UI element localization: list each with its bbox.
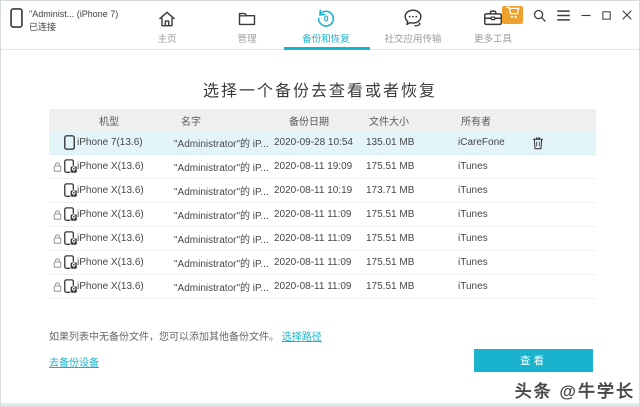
table-body: iPhone 7(13.6) "Administrator"的 iP... 20… <box>49 131 596 299</box>
phone-lock-icon <box>64 279 77 294</box>
row-size: 175.51 MB <box>366 233 415 244</box>
hint-label: 如果列表中无备份文件，您可以添加其他备份文件。 <box>49 332 279 343</box>
maximize-icon[interactable] <box>601 10 612 21</box>
row-size: 175.51 MB <box>366 257 415 268</box>
device-info: "Administ... (iPhone 7) 已连接 <box>10 8 118 33</box>
row-date: 2020-08-11 19:09 <box>274 161 353 172</box>
row-device-icons <box>49 231 77 246</box>
row-owner: iTunes <box>458 281 488 292</box>
active-tab-underline <box>284 47 370 50</box>
row-name: "Administrator"的 iP... <box>174 283 269 294</box>
row-size: 175.51 MB <box>366 161 415 172</box>
lock-icon <box>53 233 62 245</box>
row-owner: iTunes <box>458 161 488 172</box>
row-name: "Administrator"的 iP... <box>174 235 269 246</box>
restore-icon: 0 <box>278 6 374 29</box>
go-backup-device-link[interactable]: 去备份设备 <box>49 354 99 369</box>
row-device-icons <box>49 255 77 270</box>
delete-backup-icon[interactable] <box>532 136 544 150</box>
cart-icon <box>505 6 520 24</box>
phone-lock-icon <box>64 255 77 270</box>
row-owner: iTunes <box>458 209 488 220</box>
row-owner: iTunes <box>458 233 488 244</box>
view-button[interactable]: 查看 <box>474 349 593 372</box>
header-size: 文件大小 <box>369 116 409 128</box>
row-name: "Administrator"的 iP... <box>174 187 269 198</box>
svg-text:0: 0 <box>324 13 329 23</box>
phone-icon <box>10 8 23 33</box>
table-row[interactable]: iPhone X(13.6) "Administrator"的 iP... 20… <box>49 251 596 275</box>
watermark: 头条 @牛学长 <box>514 382 635 401</box>
phone-lock-icon <box>64 159 77 174</box>
row-device-icons <box>49 207 77 222</box>
table-row[interactable]: iPhone X(13.6) "Administrator"的 iP... 20… <box>49 155 596 179</box>
page-title: 选择一个备份去查看或者恢复 <box>202 83 437 100</box>
row-model: iPhone X(13.6) <box>77 209 144 220</box>
row-date: 2020-08-11 10:19 <box>274 185 353 196</box>
header-model: 机型 <box>99 116 119 128</box>
row-name: "Administrator"的 iP... <box>174 139 269 150</box>
lock-icon <box>53 281 62 293</box>
titlebar: "Administ... (iPhone 7) 已连接 主页 管理 0 备份和恢… <box>1 1 639 50</box>
row-device-icons <box>49 135 77 150</box>
close-icon[interactable] <box>621 9 633 21</box>
table-row[interactable]: iPhone 7(13.6) "Administrator"的 iP... 20… <box>49 131 596 155</box>
phone-lock-icon <box>64 183 77 198</box>
table-header: 机型 名字 备份日期 文件大小 所有者 <box>49 109 596 131</box>
table-row[interactable]: iPhone X(13.6) "Administrator"的 iP... 20… <box>49 179 596 203</box>
row-date: 2020-08-11 11:09 <box>274 281 352 292</box>
lock-icon <box>53 257 62 269</box>
header-name: 名字 <box>181 116 201 128</box>
row-size: 175.51 MB <box>366 281 415 292</box>
row-size: 173.71 MB <box>366 185 415 196</box>
hint-text: 如果列表中无备份文件，您可以添加其他备份文件。 选择路径 <box>49 328 322 343</box>
row-name: "Administrator"的 iP... <box>174 259 269 270</box>
window-bottom-edge <box>1 403 639 406</box>
table-row[interactable]: iPhone X(13.6) "Administrator"的 iP... 20… <box>49 203 596 227</box>
lock-icon <box>53 161 62 173</box>
row-name: "Administrator"的 iP... <box>174 163 269 174</box>
table-row[interactable]: iPhone X(13.6) "Administrator"的 iP... 20… <box>49 275 596 299</box>
row-model: iPhone X(13.6) <box>77 233 144 244</box>
row-size: 135.01 MB <box>366 137 415 148</box>
search-icon[interactable] <box>532 8 547 23</box>
menu-icon[interactable] <box>556 9 571 22</box>
phone-lock-icon <box>64 207 77 222</box>
row-size: 175.51 MB <box>366 209 415 220</box>
row-date: 2020-08-11 11:09 <box>274 257 352 268</box>
row-device-icons <box>49 183 77 198</box>
phone-icon <box>64 135 75 150</box>
header-date: 备份日期 <box>289 116 329 128</box>
cart-button[interactable] <box>502 6 523 24</box>
header-owner: 所有者 <box>461 116 491 128</box>
choose-path-link[interactable]: 选择路径 <box>282 332 322 343</box>
device-status: 已连接 <box>29 21 57 32</box>
backup-table: 机型 名字 备份日期 文件大小 所有者 iPhone 7(13.6) "Admi… <box>49 109 596 299</box>
row-owner: iTunes <box>458 185 488 196</box>
tab-backup-restore[interactable]: 0 备份和恢复 <box>278 6 374 45</box>
row-model: iPhone X(13.6) <box>77 257 144 268</box>
row-device-icons <box>49 279 77 294</box>
device-name: "Administ... (iPhone 7) <box>29 9 119 20</box>
row-date: 2020-09-28 10:54 <box>274 137 353 148</box>
row-owner: iCareFone <box>458 137 505 148</box>
lock-icon <box>53 209 62 221</box>
row-owner: iTunes <box>458 257 488 268</box>
row-date: 2020-08-11 11:09 <box>274 209 352 220</box>
row-model: iPhone X(13.6) <box>77 161 144 172</box>
minimize-icon[interactable] <box>580 9 592 21</box>
titlebar-controls <box>502 6 633 24</box>
table-row[interactable]: iPhone X(13.6) "Administrator"的 iP... 20… <box>49 227 596 251</box>
row-model: iPhone 7(13.6) <box>77 137 143 148</box>
row-name: "Administrator"的 iP... <box>174 211 269 222</box>
phone-lock-icon <box>64 231 77 246</box>
row-model: iPhone X(13.6) <box>77 185 144 196</box>
app-window: "Administ... (iPhone 7) 已连接 主页 管理 0 备份和恢… <box>0 0 640 407</box>
row-model: iPhone X(13.6) <box>77 281 144 292</box>
row-date: 2020-08-11 11:09 <box>274 233 352 244</box>
row-device-icons <box>49 159 77 174</box>
